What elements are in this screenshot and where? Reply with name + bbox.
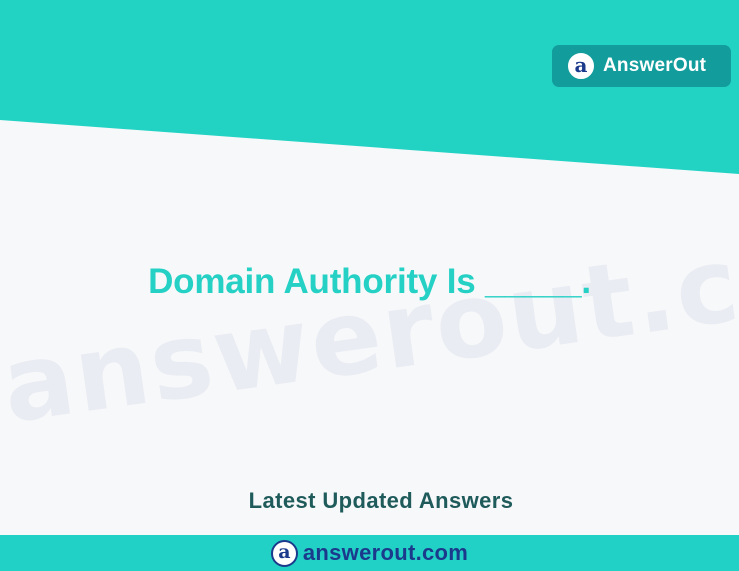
answerout-logo-icon: a: [270, 539, 298, 567]
logo-glyph: a: [574, 53, 588, 77]
tagline: Latest Updated Answers: [248, 488, 514, 513]
question-text: Domain Authority Is _____.: [148, 262, 591, 301]
watermark-text: answerout.com: [0, 197, 739, 447]
answerout-logo-icon: a: [568, 53, 594, 79]
brand-badge[interactable]: a AnswerOut: [552, 45, 731, 87]
footer-bar: a answerout.com: [0, 535, 739, 571]
brand-name: AnswerOut: [603, 55, 707, 76]
footer-logo-glyph: a: [278, 540, 291, 563]
footer-url[interactable]: answerout.com: [303, 540, 468, 566]
